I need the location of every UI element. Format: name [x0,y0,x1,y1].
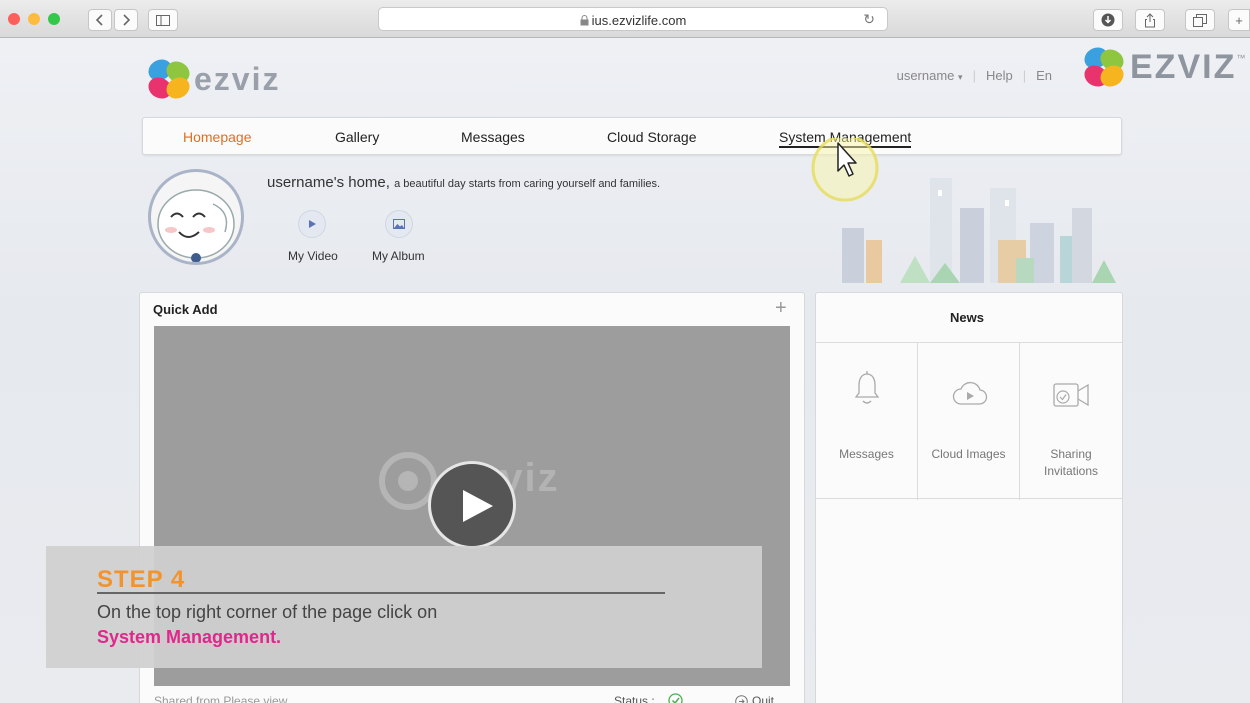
news-grid: Messages Cloud Images Sharing Invitation… [816,342,1122,500]
address-bar[interactable]: ius.ezvizlife.com ↻ [378,7,888,31]
browser-toolbar: ius.ezvizlife.com ↻ + [0,0,1250,38]
news-title: News [950,310,984,325]
news-label-messages: Messages [839,447,894,461]
chevron-left-icon [95,14,103,26]
nav-gallery[interactable]: Gallery [335,129,379,145]
step-instruction: On the top right corner of the page clic… [97,602,438,622]
address-bar-text: ius.ezvizlife.com [379,13,887,28]
cloud-play-icon [952,381,988,405]
news-label-cloud-images: Cloud Images [931,447,1006,461]
account-links: username ▾ | Help | En [897,68,1052,83]
back-button[interactable] [88,9,112,31]
ezviz-top-logo: EZVIZ ™ [1080,43,1246,91]
share-button[interactable] [1135,9,1165,31]
ezviz-top-logo-mark [1080,43,1128,91]
dropdown-icon: ▾ [958,72,963,82]
sidebar-button[interactable] [148,9,178,31]
add-device-button[interactable]: + [775,297,787,320]
bell-icon [854,371,880,404]
picture-icon [393,219,405,229]
nav-messages[interactable]: Messages [461,129,525,145]
window-close-button[interactable] [8,13,20,25]
quit-icon [735,695,748,703]
step-highlight: System Management. [97,627,282,647]
download-button[interactable] [1093,9,1123,31]
play-icon [309,220,316,228]
my-video-button[interactable] [298,210,326,238]
home-greeting: username's home, a beautiful day starts … [267,174,660,191]
help-link[interactable]: Help [986,68,1013,83]
step-title: STEP 4 [97,566,186,593]
news-item-sharing-invitations[interactable]: Sharing Invitations [1020,343,1122,500]
quit-button[interactable]: Quit [752,694,774,703]
step-divider [97,592,665,594]
my-album-button[interactable] [385,210,413,238]
trademark: ™ [1236,53,1246,63]
home-separator: , [385,174,390,191]
status-ok-icon [668,693,683,703]
camera-share-icon [1053,383,1089,407]
my-album-label[interactable]: My Album [372,249,425,263]
url-text: ius.ezvizlife.com [591,13,687,28]
ezviz-logo-text: ezviz [194,60,281,97]
my-video-label[interactable]: My Video [288,249,338,263]
new-tab-label: + [1235,12,1243,28]
shared-from-text: Shared from Please view [154,694,288,703]
home-subtitle: a beautiful day starts from caring yours… [394,178,661,190]
tabs-button[interactable] [1185,9,1215,31]
language-selector[interactable]: En [1036,68,1052,83]
ezviz-logo-mark [144,55,194,103]
play-button[interactable] [428,461,516,549]
tabs-icon [1193,13,1207,27]
chevron-right-icon [123,14,131,26]
play-icon [463,490,493,522]
screen: ius.ezvizlife.com ↻ + ezviz username ▾ |… [0,0,1250,703]
home-title: username's home [267,174,386,191]
avatar[interactable] [148,169,244,265]
ezviz-logo[interactable]: ezviz [144,55,281,103]
avatar-face-icon [157,189,235,262]
ezviz-top-logo-text: EZVIZ [1130,47,1237,86]
separator: | [972,68,976,83]
lock-icon [580,15,589,26]
separator: | [1022,68,1027,83]
share-icon [1145,12,1155,27]
username-menu[interactable]: username ▾ [897,68,963,83]
new-tab-button[interactable]: + [1228,9,1250,31]
news-item-cloud-images[interactable]: Cloud Images [918,343,1020,500]
sidebar-icon [156,14,170,26]
nav-homepage[interactable]: Homepage [183,129,252,145]
tutorial-step-overlay: STEP 4 On the top right corner of the pa… [46,546,762,668]
status-label: Status : [614,694,655,703]
forward-button[interactable] [114,9,138,31]
reload-icon[interactable]: ↻ [863,11,875,28]
window-zoom-button[interactable] [48,13,60,25]
main-nav: Homepage Gallery Messages Cloud Storage … [142,117,1122,155]
news-label-sharing-line2: Invitations [1043,464,1099,478]
nav-cloud-storage[interactable]: Cloud Storage [607,129,697,145]
window-minimize-button[interactable] [28,13,40,25]
news-label-sharing-line1: Sharing [1050,447,1092,461]
web-page: ezviz username ▾ | Help | En EZVIZ ™ Hom… [0,38,1250,703]
username-text: username [896,68,955,83]
download-icon [1101,13,1115,27]
quick-add-title: Quick Add [153,302,218,317]
city-illustration [842,178,1116,283]
news-item-messages[interactable]: Messages [816,343,918,500]
